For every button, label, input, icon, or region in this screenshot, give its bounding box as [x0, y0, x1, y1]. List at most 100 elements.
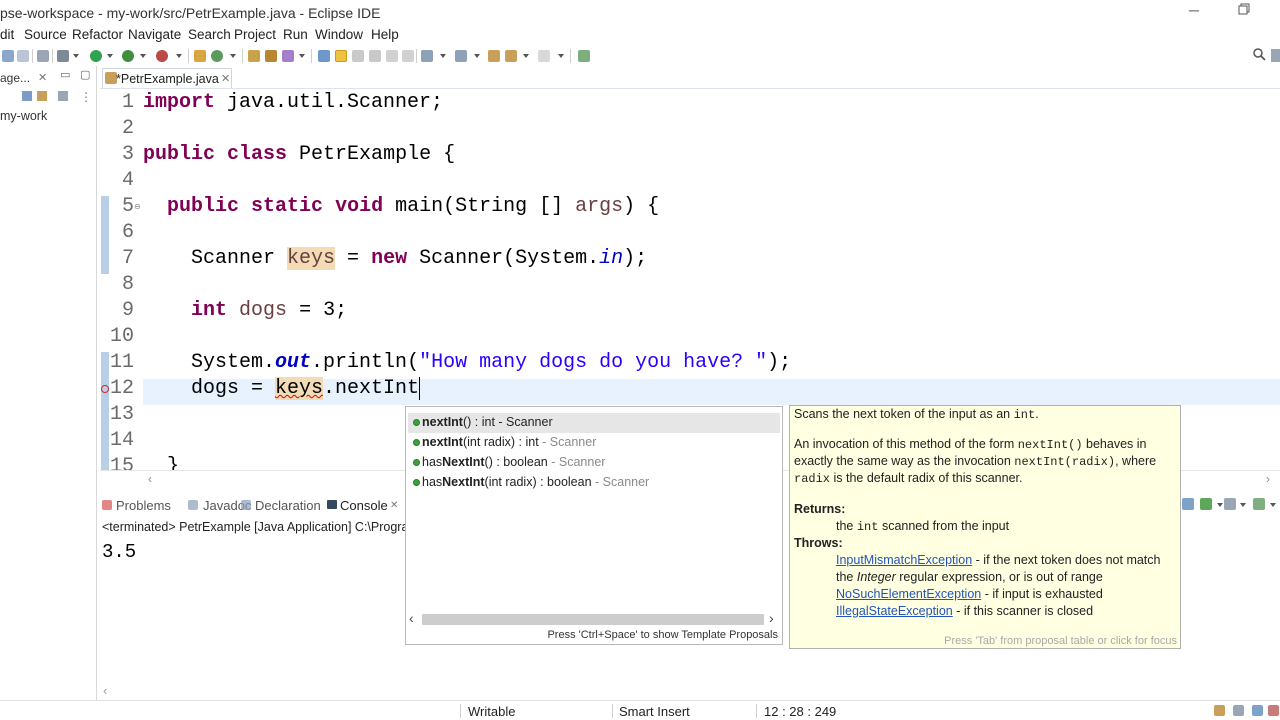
exception-link[interactable]: InputMismatchException: [836, 553, 972, 567]
search-icon[interactable]: [1253, 48, 1266, 64]
last-edit-icon[interactable]: [488, 50, 500, 62]
pin-editor-icon[interactable]: [578, 50, 590, 62]
package-explorer-tab[interactable]: age...: [0, 71, 30, 85]
error-marker-icon[interactable]: [101, 385, 109, 393]
line-number: 14: [109, 429, 134, 452]
filter-icon[interactable]: [58, 91, 68, 101]
chevron-down-icon[interactable]: [176, 54, 182, 58]
new-java-project-icon[interactable]: [194, 50, 206, 62]
menu-refactor[interactable]: Refactor: [72, 27, 123, 42]
tree-item-project[interactable]: my-work: [0, 109, 47, 123]
forward-icon[interactable]: [538, 50, 550, 62]
scroll-left-icon[interactable]: ‹: [148, 472, 152, 486]
menu-project[interactable]: Project: [234, 27, 276, 42]
tasks-icon[interactable]: [1214, 705, 1225, 716]
notifications-icon[interactable]: [1252, 705, 1263, 716]
search-icon[interactable]: [282, 50, 294, 62]
fold-icon[interactable]: ⊖: [134, 202, 141, 211]
display-console-icon[interactable]: [1200, 498, 1212, 510]
tab-console[interactable]: Console: [340, 498, 388, 513]
progress-icon[interactable]: [1233, 705, 1244, 716]
block-selection-icon[interactable]: [352, 50, 364, 62]
link-editor-icon[interactable]: [37, 91, 47, 101]
chevron-down-icon[interactable]: [440, 54, 446, 58]
collapse-all-icon[interactable]: [22, 91, 32, 101]
chevron-down-icon[interactable]: [474, 54, 480, 58]
editor-tab[interactable]: *PetrExample.java ✕: [102, 68, 232, 88]
coverage-icon[interactable]: [122, 50, 134, 62]
chevron-down-icon[interactable]: [1270, 503, 1276, 507]
debug-icon[interactable]: [37, 50, 49, 62]
menu-window[interactable]: Window: [315, 27, 363, 42]
chevron-down-icon[interactable]: [140, 54, 146, 58]
external-tools-icon[interactable]: [156, 50, 168, 62]
open-task-icon[interactable]: [265, 50, 277, 62]
next-annotation-icon[interactable]: [421, 50, 433, 62]
restore-button[interactable]: [1233, 2, 1255, 22]
new-console-icon[interactable]: [1253, 498, 1265, 510]
close-icon[interactable]: ✕: [38, 71, 47, 84]
previous-annotation-icon[interactable]: [455, 50, 467, 62]
view-menu-icon[interactable]: ⋮: [80, 90, 92, 104]
minimize-button[interactable]: ─: [1183, 2, 1205, 22]
show-whitespace-icon[interactable]: [369, 50, 381, 62]
minimize-icon[interactable]: ▭: [60, 68, 70, 81]
chevron-down-icon[interactable]: [73, 54, 79, 58]
scroll-right-icon[interactable]: ›: [1266, 472, 1270, 486]
proposal-item[interactable]: hasNextInt(int radix) : boolean - Scanne…: [408, 473, 780, 493]
maximize-icon[interactable]: ▢: [80, 68, 90, 81]
exception-link[interactable]: NoSuchElementException: [836, 587, 981, 601]
menu-help[interactable]: Help: [371, 27, 399, 42]
chevron-down-icon[interactable]: [558, 54, 564, 58]
scroll-right-icon[interactable]: ›: [769, 610, 774, 626]
proposal-item[interactable]: nextInt() : int - Scanner: [408, 413, 780, 433]
highlight-icon[interactable]: [335, 50, 347, 62]
pilcrow-icon[interactable]: [402, 50, 414, 62]
tab-declaration[interactable]: Declaration: [255, 498, 321, 513]
new-class-icon[interactable]: [211, 50, 223, 62]
menu-search[interactable]: Search: [188, 27, 231, 42]
exception-link[interactable]: IllegalStateException: [836, 604, 953, 618]
open-console-icon[interactable]: [1224, 498, 1236, 510]
chevron-down-icon[interactable]: [230, 54, 236, 58]
line-number: 1: [121, 91, 134, 114]
save-all-icon[interactable]: [2, 50, 14, 62]
menu-edit[interactable]: dit: [0, 27, 14, 42]
line-number: 3: [121, 143, 134, 166]
line-number: 2: [121, 117, 134, 140]
line-number: 13: [109, 403, 134, 426]
run-icon[interactable]: [90, 50, 102, 62]
proposal-item[interactable]: hasNextInt() : boolean - Scanner: [408, 453, 780, 473]
tab-problems[interactable]: Problems: [116, 498, 171, 513]
menu-run[interactable]: Run: [283, 27, 308, 42]
scroll-left-icon[interactable]: ‹: [409, 610, 414, 626]
toggle-mark-occurrences-icon[interactable]: [318, 50, 330, 62]
status-bar: Writable Smart Insert 12 : 28 : 249: [0, 700, 1280, 720]
chevron-down-icon[interactable]: [107, 54, 113, 58]
ruler-icon[interactable]: [386, 50, 398, 62]
menu-navigate[interactable]: Navigate: [128, 27, 181, 42]
chevron-down-icon[interactable]: [299, 54, 305, 58]
line-number: 6: [121, 221, 134, 244]
chevron-down-icon[interactable]: [1217, 503, 1223, 507]
code-line-3: public class PetrExample {: [143, 143, 456, 166]
close-icon[interactable]: ✕: [221, 72, 230, 85]
perspective-icon[interactable]: [1271, 49, 1280, 62]
doc-throws-item: the Integer regular expression, or is ou…: [836, 570, 1103, 584]
scrollbar-thumb[interactable]: [422, 614, 764, 625]
gear-icon[interactable]: [57, 50, 69, 62]
proposal-item[interactable]: nextInt(int radix) : int - Scanner: [408, 433, 780, 453]
chevron-down-icon[interactable]: [1240, 503, 1246, 507]
package-explorer: age... ✕ ▭ ▢ ⋮ my-work: [0, 66, 97, 720]
open-type-icon[interactable]: [248, 50, 260, 62]
pin-console-icon[interactable]: [1182, 498, 1194, 510]
close-icon[interactable]: ✕: [390, 500, 398, 511]
menu-source[interactable]: Source: [24, 27, 67, 42]
error-log-icon[interactable]: [1268, 705, 1279, 716]
proposal-horizontal-scrollbar[interactable]: ‹ ›: [406, 610, 782, 628]
chevron-down-icon[interactable]: [523, 54, 529, 58]
scroll-left-icon[interactable]: ‹: [103, 683, 107, 698]
javadoc-popup[interactable]: Scans the next token of the input as an …: [789, 405, 1181, 649]
back-icon[interactable]: [505, 50, 517, 62]
print-icon[interactable]: [17, 50, 29, 62]
